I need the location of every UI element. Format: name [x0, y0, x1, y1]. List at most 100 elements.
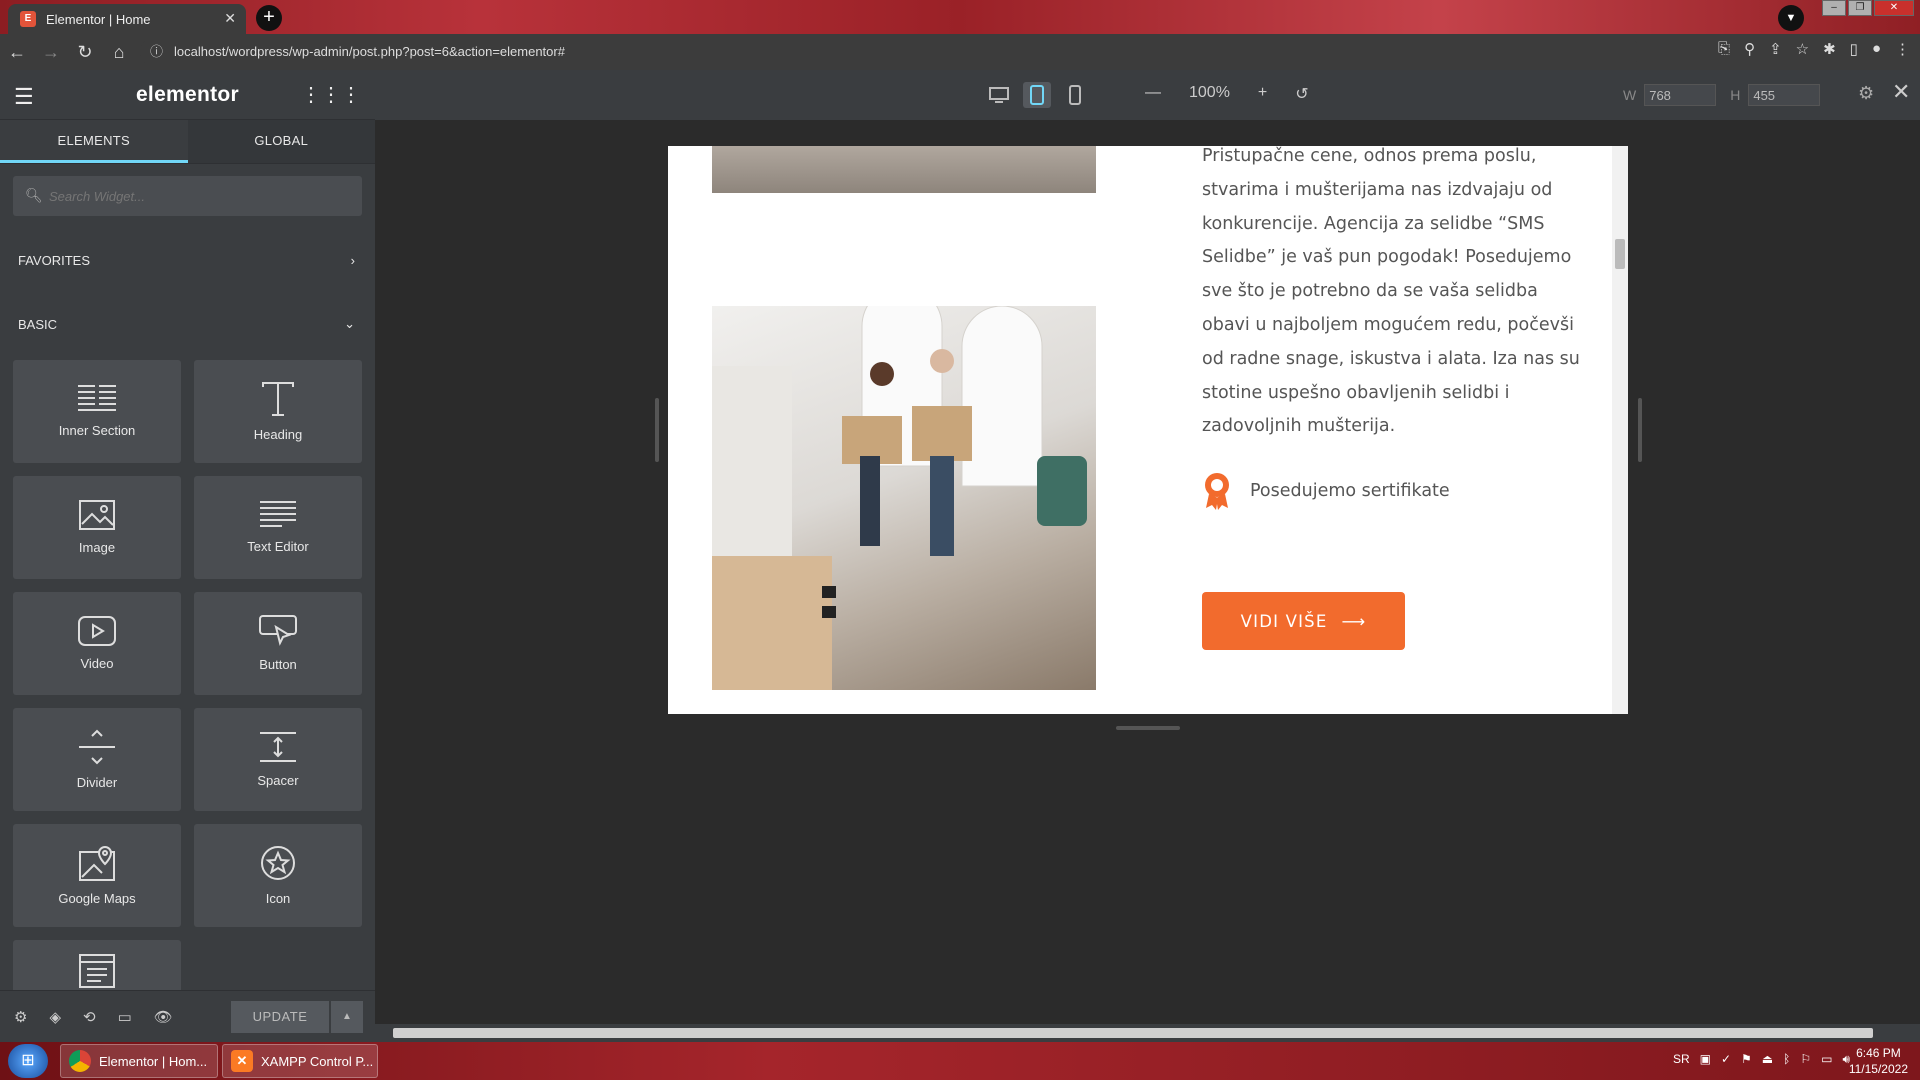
forward-icon[interactable]: →	[34, 42, 68, 63]
side-panel-icon[interactable]: ▯	[1850, 40, 1858, 58]
widget-text-editor[interactable]: Text Editor	[194, 476, 362, 579]
usb-icon[interactable]: ⏏	[1762, 1052, 1773, 1067]
widget-video[interactable]: Video	[13, 592, 181, 695]
widget-button[interactable]: Button	[194, 592, 362, 695]
resize-handle-bottom[interactable]	[1116, 726, 1180, 730]
zoom-icon[interactable]: ⚲	[1744, 40, 1755, 58]
certificate-row: Posedujemo sertifikate	[1202, 472, 1450, 510]
zoom-out-icon[interactable]: —	[1145, 84, 1161, 104]
widget-heading[interactable]: Heading	[194, 360, 362, 463]
translate-icon[interactable]: ⎘	[1718, 40, 1730, 58]
back-icon[interactable]: ←	[0, 42, 34, 63]
resize-handle-left[interactable]	[655, 398, 659, 462]
divider-icon	[79, 729, 115, 765]
tab-elements[interactable]: ELEMENTS	[0, 120, 188, 163]
tablet-icon[interactable]	[1023, 82, 1051, 108]
reload-icon[interactable]: ↻	[68, 42, 102, 63]
reset-zoom-icon[interactable]: ↺	[1295, 84, 1308, 104]
share-icon[interactable]: ⇪	[1769, 40, 1782, 58]
shield-icon[interactable]: ✓	[1721, 1052, 1731, 1067]
bookmark-star-icon[interactable]: ☆	[1796, 40, 1809, 58]
xampp-tray-icon[interactable]: ▣	[1700, 1052, 1711, 1067]
extensions-icon[interactable]: ✱	[1823, 40, 1836, 58]
widget-divider[interactable]: Divider	[13, 708, 181, 811]
site-info-icon[interactable]: ⓘ	[150, 38, 163, 66]
resize-handle-right[interactable]	[1638, 398, 1642, 462]
gear-icon[interactable]: ⚙	[1858, 83, 1874, 104]
flag-icon[interactable]: ⚐	[1800, 1052, 1811, 1067]
elementor-panel: ☰ elementor ⋮⋮⋮ ELEMENTS GLOBAL 🔍︎ FAVOR…	[0, 70, 375, 1042]
network-tray-icon[interactable]: ⚑	[1741, 1052, 1752, 1067]
taskbar-chrome[interactable]: Elementor | Hom...	[60, 1044, 218, 1078]
close-icon[interactable]: ✕	[1892, 79, 1910, 105]
address-bar-icons: ⎘ ⚲ ⇪ ☆ ✱ ▯ ● ⋮	[1718, 40, 1910, 58]
text-editor-icon	[260, 501, 296, 527]
search-widget-input[interactable]	[49, 176, 349, 216]
widget-spacer[interactable]: Spacer	[194, 708, 362, 811]
responsive-bar: — 100% + ↺ W H ⚙ ✕	[375, 70, 1920, 120]
map-pin-icon	[79, 845, 115, 881]
bluetooth-icon[interactable]: ᛒ	[1783, 1052, 1790, 1067]
horizontal-scroll-thumb[interactable]	[393, 1028, 1873, 1038]
width-input[interactable]	[1644, 84, 1717, 106]
preview-frame: Pristupačne cene, odnos prema poslu, stv…	[668, 146, 1628, 714]
widget-inner-section[interactable]: Inner Section	[13, 360, 181, 463]
height-label: H	[1730, 87, 1741, 103]
history-icon[interactable]: ⟲	[83, 1008, 96, 1026]
widget-grid: Inner Section Heading Image Text Editor …	[0, 356, 375, 1004]
url-field[interactable]: ⓘ localhost/wordpress/wp-admin/post.php?…	[140, 38, 1640, 66]
hamburger-menu-icon[interactable]: ☰	[14, 84, 34, 110]
chevron-down-icon: ⌄	[344, 316, 355, 331]
mobile-icon[interactable]	[1061, 82, 1089, 108]
browser-tab[interactable]: E Elementor | Home ✕	[8, 4, 246, 34]
preview-eye-icon[interactable]: 👁︎	[154, 1008, 173, 1026]
movers-photo[interactable]	[712, 285, 1096, 690]
zoom-controls: — 100% + ↺	[1145, 84, 1309, 104]
minimize-button[interactable]: –	[1822, 0, 1846, 16]
window-controls: – ❐ ✕	[1822, 0, 1914, 16]
tab-close-icon[interactable]: ✕	[224, 10, 236, 27]
vidi-vise-button[interactable]: VIDI VIŠE ⟶	[1202, 592, 1405, 650]
preview-vertical-scrollbar[interactable]	[1612, 146, 1628, 714]
clock-date: 11/15/2022	[1848, 1062, 1908, 1076]
widget-label: Heading	[253, 427, 303, 442]
widget-google-maps[interactable]: Google Maps	[13, 824, 181, 927]
widget-image[interactable]: Image	[13, 476, 181, 579]
desktop-icon[interactable]	[985, 82, 1013, 108]
responsive-mode-icon[interactable]: ▭	[118, 1008, 132, 1026]
zoom-in-icon[interactable]: +	[1258, 84, 1267, 104]
horizontal-scrollbar[interactable]	[375, 1024, 1920, 1042]
taskbar-xampp[interactable]: ✕ XAMPP Control P...	[222, 1044, 378, 1078]
widget-label: Spacer	[257, 773, 299, 788]
new-tab-button[interactable]: +	[256, 5, 282, 31]
restore-button[interactable]: ❐	[1848, 0, 1872, 16]
award-icon	[1205, 473, 1229, 510]
basic-section[interactable]: BASIC ⌄	[0, 292, 375, 356]
height-input[interactable]	[1748, 84, 1821, 106]
settings-icon[interactable]: ⚙	[14, 1008, 27, 1026]
widgets-grid-icon[interactable]: ⋮⋮⋮	[301, 82, 361, 107]
browser-menu-icon[interactable]: ⋮	[1895, 40, 1910, 58]
close-window-button[interactable]: ✕	[1874, 0, 1914, 16]
top-image-partial[interactable]	[712, 146, 1096, 193]
panel-header: ☰ elementor ⋮⋮⋮	[0, 70, 375, 120]
profile-icon[interactable]: ●	[1872, 40, 1881, 58]
system-clock[interactable]: 6:46 PM 11/15/2022	[1849, 1045, 1908, 1077]
search-icon: 🔍︎	[25, 187, 43, 203]
save-options-caret-icon[interactable]: ▲	[331, 1001, 363, 1033]
tab-search-button[interactable]: ▼	[1778, 5, 1804, 31]
tab-global[interactable]: GLOBAL	[187, 120, 375, 163]
update-button[interactable]: UPDATE	[231, 1001, 329, 1033]
widget-icon[interactable]: Icon	[194, 824, 362, 927]
start-button[interactable]: ⊞	[8, 1044, 48, 1078]
chevron-right-icon: ›	[350, 252, 355, 268]
monitor-icon[interactable]: ▭	[1821, 1052, 1832, 1067]
language-indicator[interactable]: SR	[1673, 1052, 1690, 1067]
image-icon	[79, 500, 115, 530]
widget-label: Image	[78, 540, 116, 555]
favorites-section[interactable]: FAVORITES ›	[0, 228, 375, 292]
taskbar-item-label: Elementor | Hom...	[99, 1053, 208, 1069]
navigator-layers-icon[interactable]: ◈	[49, 1008, 61, 1026]
home-icon[interactable]: ⌂	[102, 42, 136, 63]
preview-scroll-thumb[interactable]	[1615, 239, 1625, 269]
